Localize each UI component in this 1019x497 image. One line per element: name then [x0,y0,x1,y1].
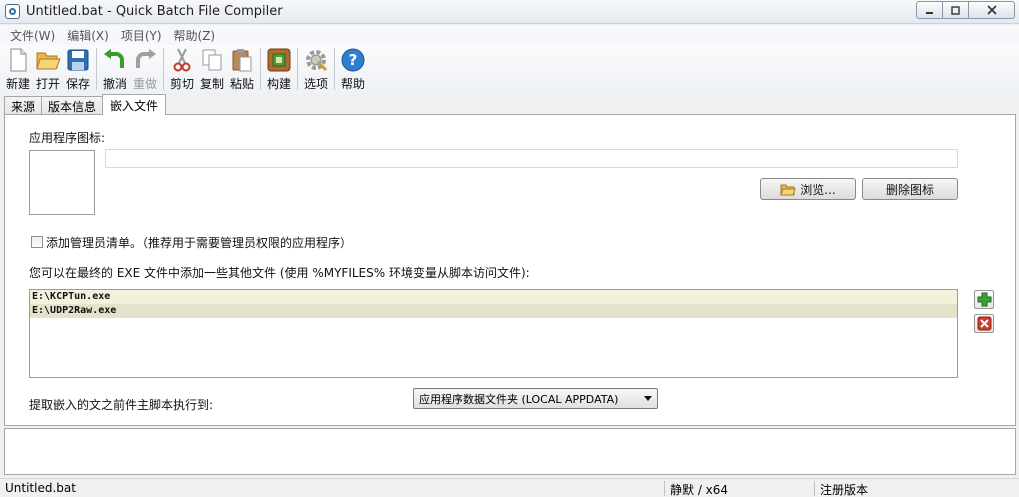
new-file-icon [5,48,31,72]
maximize-button[interactable] [943,1,969,19]
menu-bar: 文件(W) 编辑(X) 项目(Y) 帮助(Z) [0,25,1019,45]
redo-icon [132,48,158,72]
copy-icon [199,48,225,72]
new-button[interactable]: 新建 [3,48,33,92]
gear-icon [303,48,329,72]
status-mode: 静默 / x64 [670,483,729,497]
window-controls [916,1,1015,19]
extract-target-value: 应用程序数据文件夹 (LOCAL APPDATA) [419,392,619,406]
status-divider [814,481,815,496]
menu-edit[interactable]: 编辑(X) [61,27,115,44]
tab-source[interactable]: 来源 [4,96,43,115]
close-button[interactable] [969,1,1015,19]
svg-text:?: ? [349,51,358,69]
open-button[interactable]: 打开 [33,48,63,92]
build-button[interactable]: 构建 [264,48,294,92]
delete-icon-button[interactable]: 删除图标 [862,178,958,200]
browse-label: 浏览... [800,182,836,197]
toolbar-separator [96,48,97,90]
app-icon [5,4,20,19]
status-divider [664,481,665,496]
paste-button[interactable]: 粘贴 [227,48,257,92]
folder-open-icon [35,48,61,72]
toolbar-separator [163,48,164,90]
browse-button[interactable]: 浏览... [760,178,856,200]
admin-manifest-label: 添加管理员清单。（推荐用于需要管理员权限的应用程序） [46,236,353,250]
minimize-icon [926,11,933,14]
menu-file[interactable]: 文件(W) [4,27,61,44]
status-bar: Untitled.bat 静默 / x64 注册版本 [0,478,1019,497]
extract-target-select[interactable]: 应用程序数据文件夹 (LOCAL APPDATA) [413,388,658,409]
toolbar-separator [334,48,335,90]
menu-help[interactable]: 帮助(Z) [168,27,222,44]
list-item[interactable]: E:\KCPTun.exe [30,290,957,304]
tab-embedded-files[interactable]: 嵌入文件 [102,94,167,115]
icon-preview [29,150,95,215]
build-chip-icon [266,48,292,72]
clipboard-icon [229,48,255,72]
toolbar-separator [260,48,261,90]
copy-button[interactable]: 复制 [197,48,227,92]
toolbar: 新建 打开 保存 撤消 重做 剪切 复制 粘贴 构建 选项 ? 帮助 [0,45,1019,93]
folder-icon [780,183,796,196]
window-title: Untitled.bat - Quick Batch File Compiler [26,4,283,19]
delete-x-icon [977,316,991,331]
app-icon-label: 应用程序图标: [29,131,106,145]
output-pane[interactable] [4,428,1016,475]
minimize-button[interactable] [916,1,943,19]
menu-project[interactable]: 项目(Y) [115,27,168,44]
tab-version-info[interactable]: 版本信息 [41,96,104,115]
toolbar-separator [297,48,298,90]
files-hint: 您可以在最终的 EXE 文件中添加一些其他文件 (使用 %MYFILES% 环境… [29,266,530,280]
admin-manifest-checkbox[interactable] [31,236,43,248]
help-button[interactable]: ? 帮助 [338,48,368,92]
icon-path-field[interactable] [105,149,958,168]
close-icon [986,5,997,15]
save-button[interactable]: 保存 [63,48,93,92]
options-button[interactable]: 选项 [301,48,331,92]
embedded-files-panel: 应用程序图标: 浏览... 删除图标 添加管理员清单。（推荐用于需要管理员权限的… [4,114,1016,426]
undo-button[interactable]: 撤消 [100,48,130,92]
embedded-files-list[interactable]: E:\KCPTun.exe E:\UDP2Raw.exe [29,289,958,378]
save-disk-icon [65,48,91,72]
remove-file-button[interactable] [974,314,994,333]
add-file-button[interactable] [974,290,994,309]
plus-icon [977,292,991,307]
status-license: 注册版本 [820,483,869,497]
help-icon: ? [340,48,366,72]
status-file: Untitled.bat [5,481,76,495]
maximize-icon [951,5,960,15]
tab-strip: 来源 版本信息 嵌入文件 [4,94,167,115]
title-bar: Untitled.bat - Quick Batch File Compiler [0,0,1019,24]
cut-button[interactable]: 剪切 [167,48,197,92]
list-item[interactable]: E:\UDP2Raw.exe [30,304,957,318]
scissors-icon [169,48,195,72]
extract-label: 提取嵌入的文之前件主脚本执行到: [29,398,214,412]
undo-icon [102,48,128,72]
redo-button[interactable]: 重做 [130,48,160,92]
dropdown-arrow-icon [644,396,652,401]
